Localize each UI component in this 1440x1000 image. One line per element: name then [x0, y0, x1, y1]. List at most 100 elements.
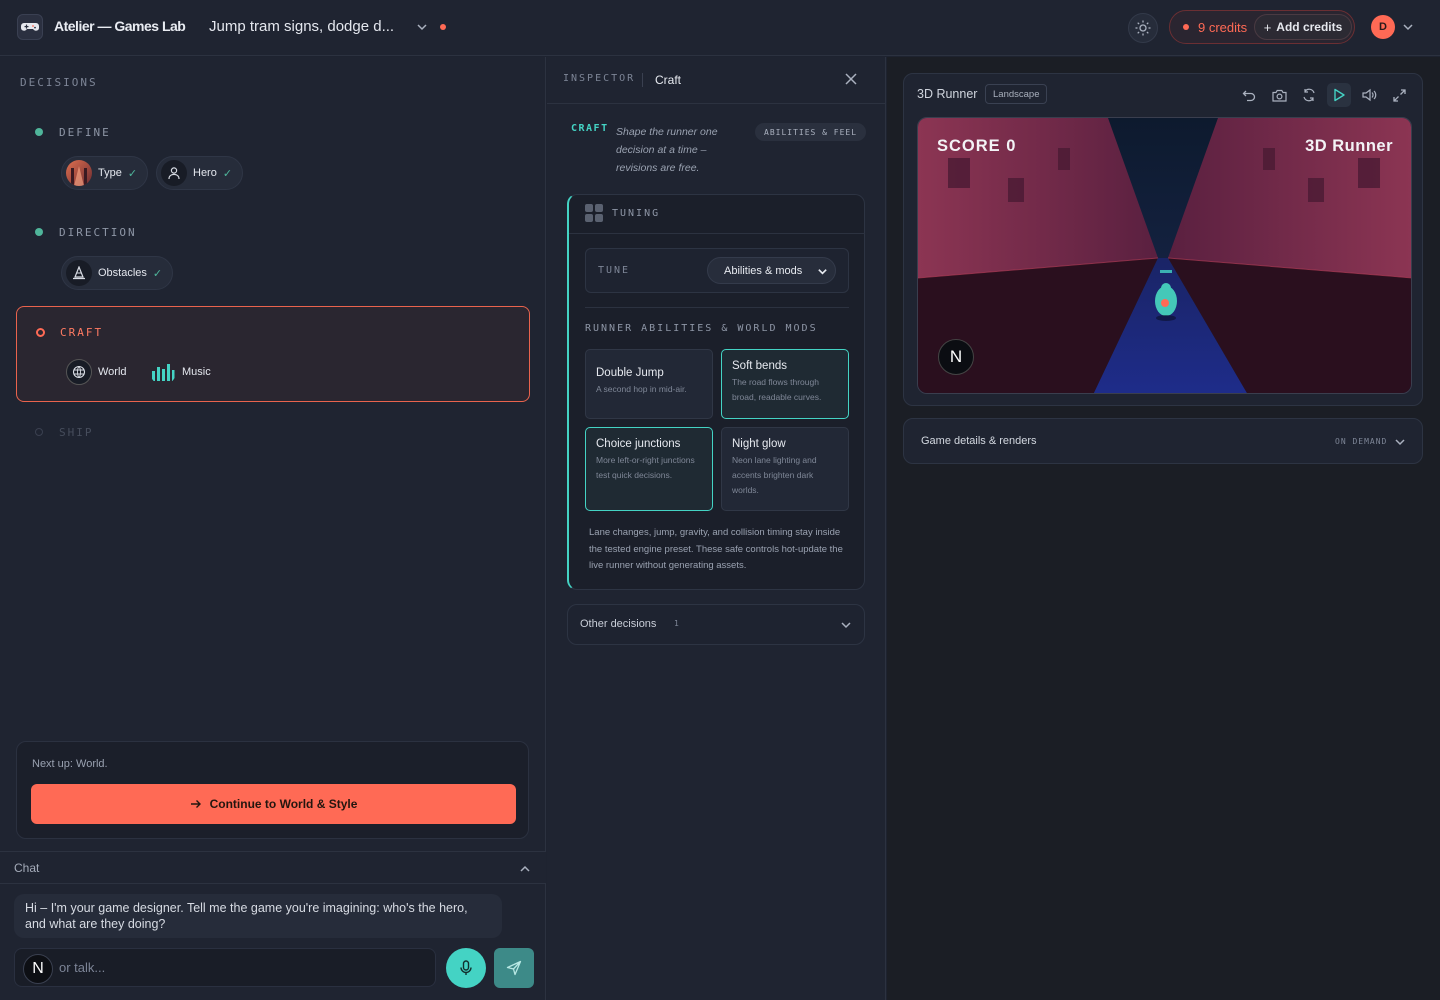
inspector-tab: Craft [655, 73, 682, 87]
decision-chip-hero[interactable]: Hero ✓ [156, 156, 244, 190]
chevron-down-icon [818, 269, 827, 275]
decision-chip-obstacles[interactable]: Obstacles ✓ [61, 256, 174, 290]
volume-icon[interactable] [1357, 83, 1381, 107]
avatar[interactable]: D [1371, 15, 1395, 39]
chevron-down-icon[interactable] [1394, 436, 1406, 448]
chevron-down-icon[interactable] [415, 20, 429, 34]
chat-placeholder: or talk... [59, 960, 106, 975]
orientation-badge[interactable]: Landscape [985, 84, 1048, 104]
undo-icon[interactable] [1237, 83, 1261, 107]
card-desc: Neon lane lighting and accents brighten … [732, 455, 817, 495]
user-icon [161, 160, 187, 186]
continue-label: Continue to World & Style [209, 797, 358, 811]
divider [642, 73, 643, 87]
gamepad-logo-icon[interactable] [17, 14, 43, 40]
preview-panel: 3D Runner Landscape SCORE 0 3D Runner N … [887, 57, 1440, 1000]
decision-chip-type[interactable]: Type ✓ [61, 156, 149, 190]
chat-header[interactable]: Chat [0, 851, 546, 884]
camera-icon[interactable] [1267, 83, 1291, 107]
close-icon[interactable] [844, 72, 858, 86]
card-desc: A second hop in mid-air. [596, 384, 687, 394]
check-icon: ✓ [152, 267, 163, 280]
next-up-text: Next up: World. [32, 758, 108, 770]
option-card-double-jump[interactable]: Double Jump A second hop in mid-air. [585, 349, 713, 419]
microphone-icon [460, 960, 472, 975]
send-icon [506, 960, 522, 976]
details-label: Game details & renders [921, 435, 1037, 447]
preview-title: 3D Runner [917, 87, 978, 101]
chat-input[interactable]: N or talk... [14, 948, 436, 987]
continue-button[interactable]: Continue to World & Style [31, 784, 516, 824]
stage-ship-label: SHIP [59, 426, 94, 439]
decisions-title: DECISIONS [20, 76, 98, 89]
chevron-down-icon[interactable] [1402, 21, 1414, 33]
sun-icon [1135, 20, 1151, 36]
tuning-title: TUNING [612, 208, 661, 219]
send-button[interactable] [494, 948, 534, 988]
stage-label: CRAFT [60, 326, 104, 339]
chevron-up-icon[interactable] [519, 863, 531, 875]
decisions-panel: DECISIONS DEFINE Type ✓ Hero ✓ DIRECTION… [0, 57, 546, 1000]
craft-description: Shape the runner one decision at a time … [616, 126, 718, 174]
expand-icon[interactable] [1387, 83, 1411, 107]
decision-chip-music[interactable]: Music [145, 355, 222, 389]
option-card-choice-junctions[interactable]: Choice junctions More left-or-right junc… [585, 427, 713, 511]
other-decisions[interactable]: Other decisions 1 [567, 604, 865, 645]
card-title: Soft bends [732, 360, 787, 372]
card-title: Choice junctions [596, 438, 681, 450]
credits-dot [1183, 24, 1189, 30]
mic-button[interactable] [446, 948, 486, 988]
tuning-note: Lane changes, jump, gravity, and collisi… [589, 527, 843, 571]
abilities-badge: ABILITIES & FEEL [755, 123, 867, 141]
craft-tag: CRAFT [571, 123, 609, 134]
project-title[interactable]: Jump tram signs, dodge d... [209, 18, 394, 35]
chat-title: Chat [14, 861, 40, 875]
game-details-accordion[interactable]: Game details & renders ON DEMAND [903, 418, 1423, 464]
stage-label: DEFINE [59, 126, 111, 139]
theme-toggle-button[interactable] [1128, 13, 1158, 43]
game-score: SCORE 0 [937, 137, 1017, 155]
play-icon[interactable] [1327, 83, 1351, 107]
other-decisions-count: 1 [674, 619, 679, 628]
top-bar: Atelier — Games Lab Jump tram signs, dod… [0, 0, 1440, 56]
game-scene [918, 118, 1411, 393]
refresh-icon[interactable] [1297, 83, 1321, 107]
card-desc: More left-or-right junctions test quick … [596, 455, 695, 480]
card-title: Double Jump [596, 367, 664, 379]
tune-row: TUNE Abilities & mods [585, 248, 849, 293]
on-demand-badge: ON DEMAND [1335, 437, 1388, 446]
stage-pending-dot [35, 428, 43, 436]
inspector-panel: INSPECTOR Craft CRAFT Shape the runner o… [547, 57, 886, 1000]
option-card-soft-bends[interactable]: Soft bends The road flows through broad,… [721, 349, 849, 419]
tune-select[interactable]: Abilities & mods [707, 257, 836, 284]
credits-pill: 9 credits + Add credits [1169, 10, 1355, 44]
check-icon: ✓ [222, 167, 233, 180]
n-logo-icon: N [938, 339, 974, 375]
preview-toolbar [1237, 83, 1411, 107]
brand-name: Atelier — Games Lab [54, 18, 186, 34]
divider [585, 307, 849, 308]
globe-icon [66, 359, 92, 385]
stage-done-dot [35, 128, 43, 136]
stage-done-dot [35, 228, 43, 236]
chip-label: World [98, 366, 127, 378]
type-thumbnail-icon [66, 160, 92, 186]
chip-label: Type [98, 167, 122, 179]
dice-icon [585, 204, 603, 222]
other-decisions-label: Other decisions [580, 618, 657, 630]
stage-active-ring [36, 328, 45, 337]
credits-count: 9 credits [1198, 19, 1248, 35]
card-desc: The road flows through broad, readable c… [732, 377, 822, 402]
option-card-night-glow[interactable]: Night glow Neon lane lighting and accent… [721, 427, 849, 511]
unsaved-dot [440, 24, 446, 30]
add-credits-button[interactable]: + Add credits [1254, 14, 1352, 40]
game-viewport[interactable]: SCORE 0 3D Runner N [917, 117, 1412, 394]
tune-label: TUNE [598, 265, 631, 276]
next-up-card: Next up: World. Continue to World & Styl… [16, 741, 529, 839]
chevron-down-icon[interactable] [840, 619, 852, 631]
decision-chip-world[interactable]: World [61, 355, 138, 389]
stage-label: DIRECTION [59, 226, 137, 239]
arrow-right-icon [190, 800, 201, 808]
chip-label: Music [182, 366, 211, 378]
chip-label: Obstacles [98, 267, 147, 279]
